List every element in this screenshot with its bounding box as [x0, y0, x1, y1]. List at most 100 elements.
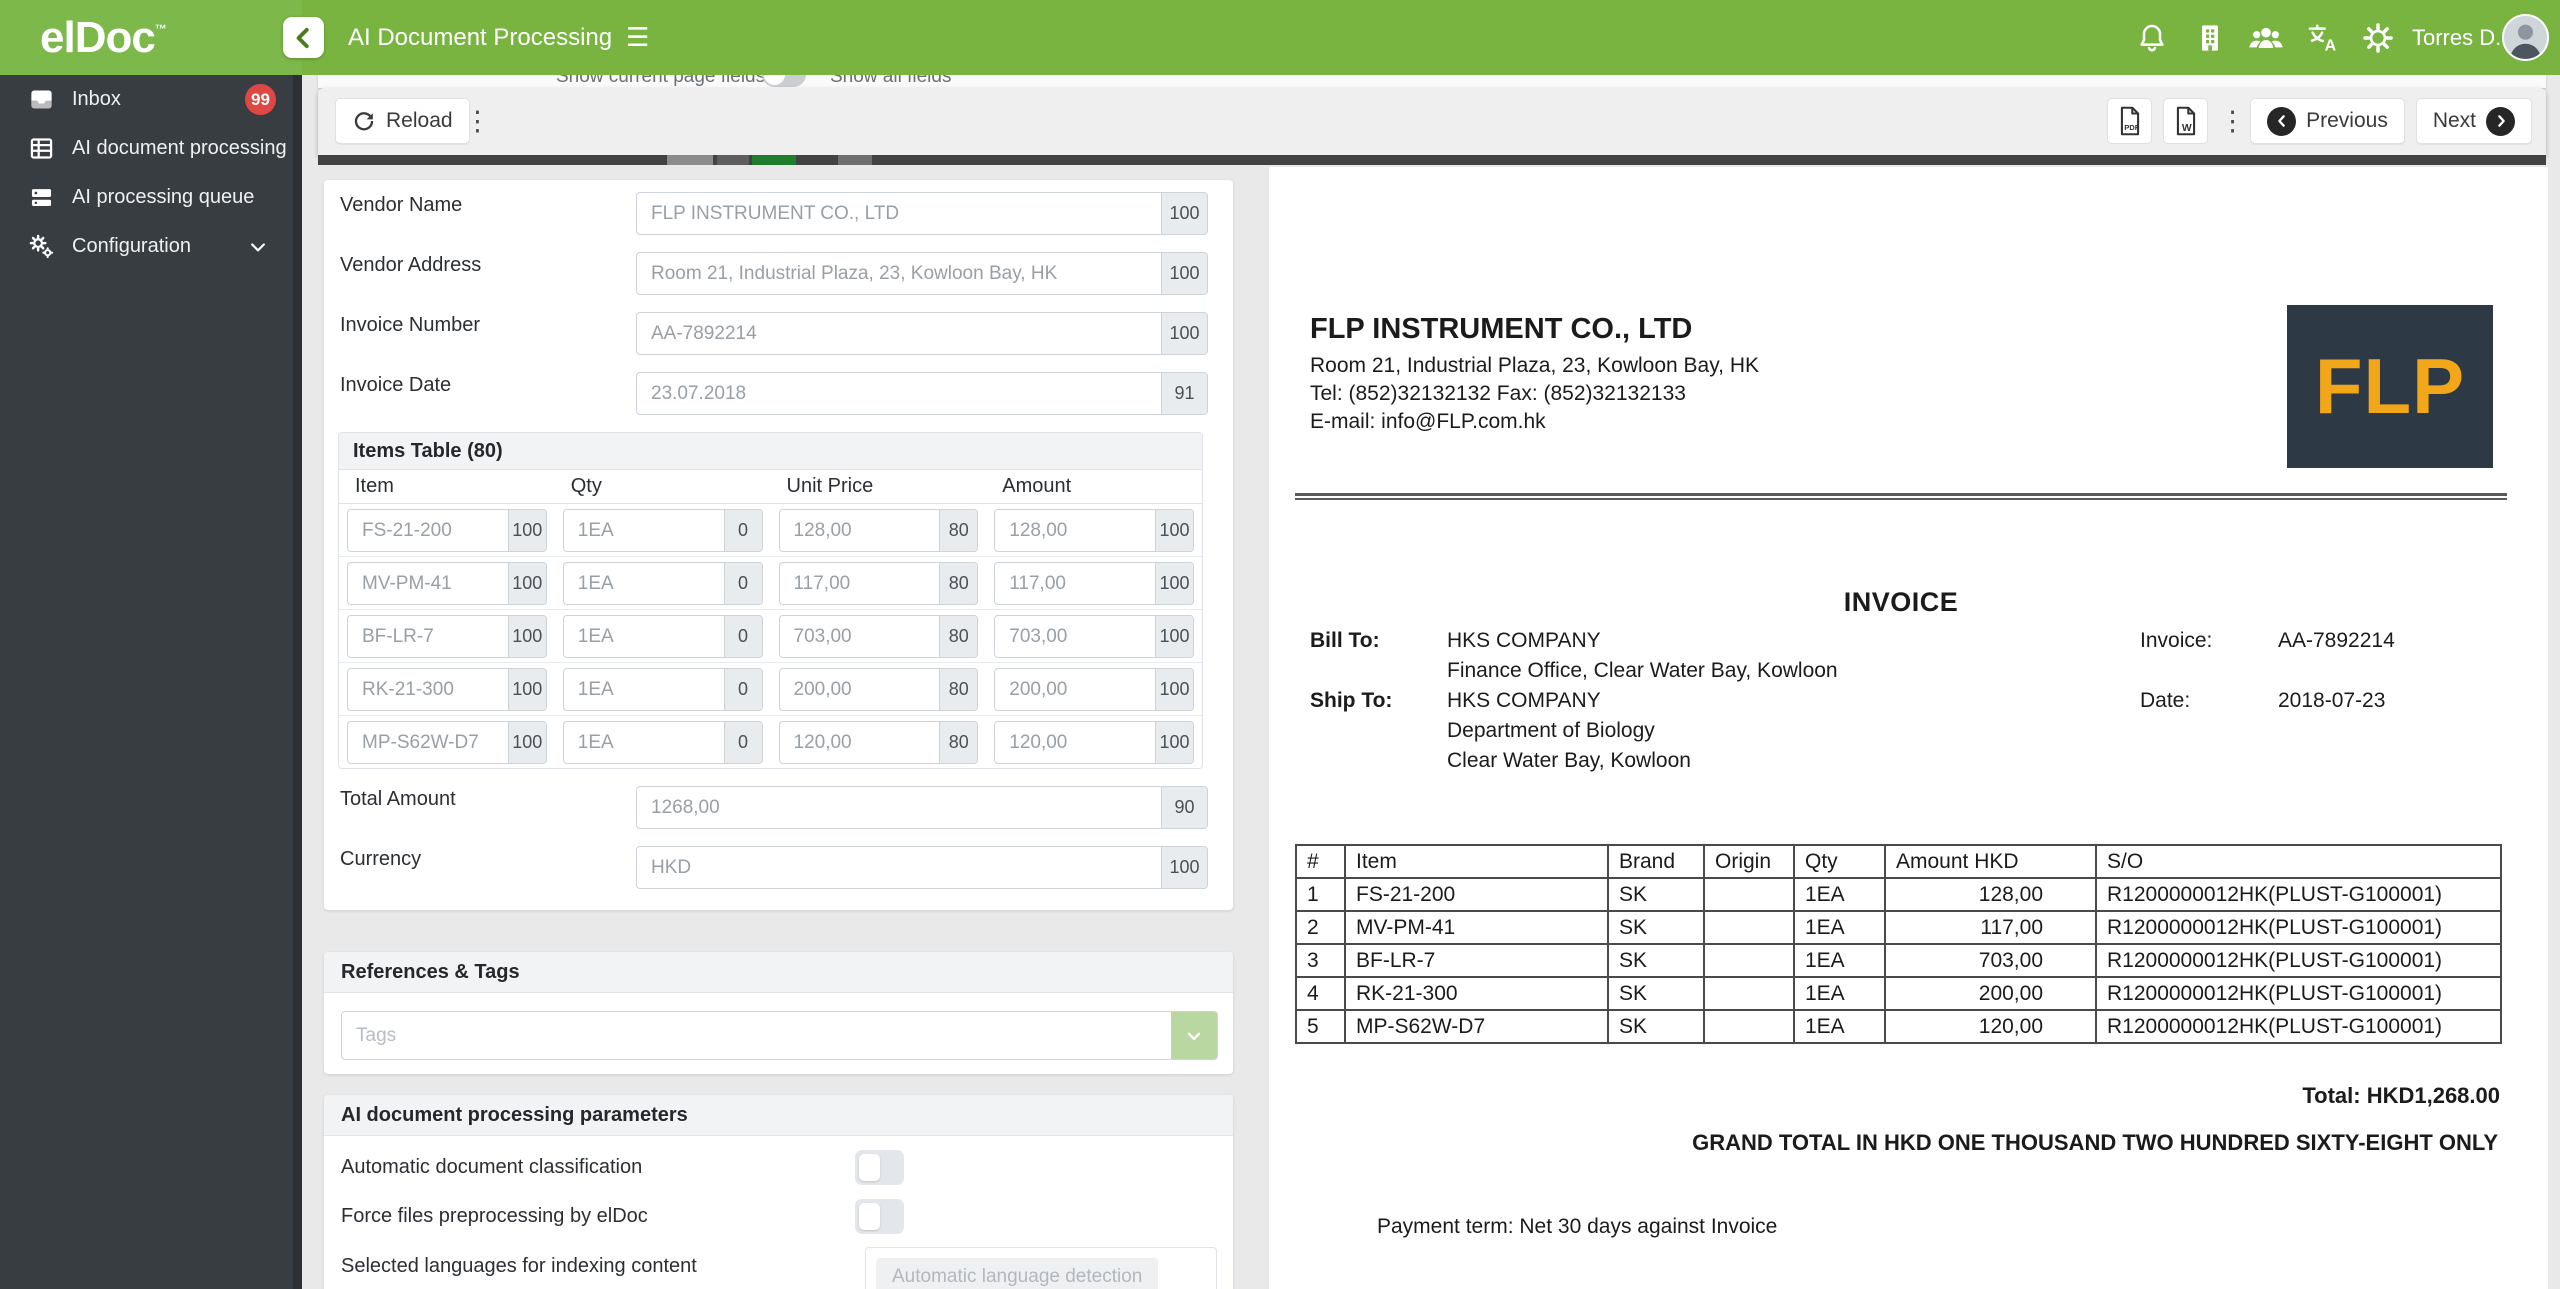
doc-company-name: FLP INSTRUMENT CO., LTD	[1310, 313, 1692, 346]
field-label: Currency	[340, 846, 636, 871]
field-row-invoice-number: Invoice Number AA-7892214100	[340, 312, 1208, 355]
auto-classification-toggle[interactable]	[855, 1150, 904, 1185]
notifications-bell-icon[interactable]	[2136, 22, 2168, 54]
translate-icon[interactable]: A	[2306, 22, 2342, 54]
invoice-date-label: Date:	[2140, 689, 2190, 713]
back-button[interactable]	[283, 17, 324, 58]
doc-invoice-title: INVOICE	[1295, 587, 2507, 618]
item-cell-input[interactable]: MP-S62W-D7100	[347, 721, 547, 764]
invoice-number-input[interactable]: AA-7892214100	[636, 312, 1208, 355]
ship-to-line: HKS COMPANY	[1447, 689, 1601, 713]
unit-price-cell-input[interactable]: 117,0080	[779, 562, 979, 605]
more-options-icon[interactable]: ⋮	[464, 106, 484, 137]
doc-table-cell: 703,00	[1885, 944, 2096, 977]
more-options-icon[interactable]: ⋮	[2219, 106, 2239, 137]
item-cell-input[interactable]: MV-PM-41100	[347, 562, 547, 605]
param-label: Force files preprocessing by elDoc	[341, 1205, 855, 1228]
confidence-score: 0	[724, 510, 762, 551]
doc-table-column-header: S/O	[2096, 845, 2501, 878]
item-cell-input[interactable]: BF-LR-7100	[347, 615, 547, 658]
qty-cell-input[interactable]: 1EA0	[563, 509, 763, 552]
doc-table-cell: SK	[1608, 878, 1704, 911]
qty-cell-input[interactable]: 1EA0	[563, 562, 763, 605]
confidence-score: 80	[939, 669, 977, 710]
previous-button[interactable]: Previous	[2250, 98, 2405, 144]
unit-price-cell-input[interactable]: 120,0080	[779, 721, 979, 764]
toggle-knob	[859, 1154, 880, 1181]
tags-dropdown-button[interactable]	[1171, 1012, 1217, 1059]
ai-processing-parameters-panel: AI document processing parameters Automa…	[324, 1095, 1233, 1289]
invoice-number-value: AA-7892214	[2278, 629, 2395, 653]
amount-cell-input[interactable]: 200,00100	[994, 668, 1194, 711]
next-button[interactable]: Next	[2416, 98, 2532, 144]
organization-building-icon[interactable]	[2194, 22, 2226, 54]
item-cell-input[interactable]: RK-21-300100	[347, 668, 547, 711]
confidence-score: 100	[1155, 616, 1193, 657]
doc-table-row: 4RK-21-300SK1EA200,00R1200000012HK(PLUST…	[1296, 977, 2501, 1010]
doc-table-cell: R1200000012HK(PLUST-G100001)	[2096, 911, 2501, 944]
doc-table-cell: SK	[1608, 977, 1704, 1010]
doc-table-row: 5MP-S62W-D7SK1EA120,00R1200000012HK(PLUS…	[1296, 1010, 2501, 1043]
unit-price-cell-input[interactable]: 200,0080	[779, 668, 979, 711]
user-avatar[interactable]	[2502, 14, 2549, 61]
confidence-score: 100	[1155, 669, 1193, 710]
field-row-total-amount: Total Amount 1268,0090	[340, 786, 1208, 829]
doc-table-cell: 1EA	[1794, 977, 1885, 1010]
qty-cell-input[interactable]: 1EA0	[563, 615, 763, 658]
qty-cell-input[interactable]: 1EA0	[563, 721, 763, 764]
param-row-force-preprocessing: Force files preprocessing by elDoc	[341, 1198, 1233, 1234]
users-icon[interactable]	[2246, 22, 2286, 54]
doc-table-cell: SK	[1608, 1010, 1704, 1043]
amount-cell-input[interactable]: 120,00100	[994, 721, 1194, 764]
bill-to-label: Bill To:	[1310, 629, 1380, 653]
unit-price-cell-input[interactable]: 128,0080	[779, 509, 979, 552]
field-row-invoice-date: Invoice Date 23.07.201891	[340, 372, 1208, 415]
ai-parameters-title: AI document processing parameters	[324, 1095, 1233, 1136]
sidebar-item-ai-document-processing[interactable]: AI document processing	[0, 124, 302, 173]
user-name[interactable]: Torres D.	[2412, 0, 2501, 75]
reload-button[interactable]: Reload	[335, 98, 470, 144]
hamburger-icon[interactable]: ☰	[626, 22, 649, 53]
file-word-icon: W	[2172, 106, 2200, 136]
unit-price-cell-input[interactable]: 703,0080	[779, 615, 979, 658]
tags-select[interactable]: Tags	[341, 1011, 1218, 1060]
document-preview-page: FLP INSTRUMENT CO., LTD Room 21, Industr…	[1269, 167, 2548, 1289]
sidebar-item-ai-processing-queue[interactable]: AI processing queue	[0, 173, 302, 222]
fields-view-switch[interactable]	[762, 75, 806, 87]
items-table-title: Items Table (80)	[339, 433, 1202, 470]
doc-tel-fax: Tel: (852)32132132 Fax: (852)32132133	[1310, 382, 1686, 406]
invoice-date-value: 2018-07-23	[2278, 689, 2385, 713]
document-progress-bar[interactable]	[318, 155, 2546, 165]
ship-to-label: Ship To:	[1310, 689, 1392, 713]
avatar-photo	[2504, 16, 2547, 59]
doc-company-logo: FLP	[2287, 305, 2493, 468]
sidebar-item-inbox[interactable]: Inbox 99	[0, 75, 302, 124]
total-amount-input[interactable]: 1268,0090	[636, 786, 1208, 829]
show-current-page-fields-label: Show current page fields	[556, 75, 765, 88]
export-word-button[interactable]: W	[2163, 98, 2208, 144]
force-preprocessing-toggle[interactable]	[855, 1199, 904, 1234]
export-pdf-button[interactable]: PDF	[2107, 98, 2152, 144]
doc-divider	[1295, 493, 2507, 500]
sidebar-scrollbar[interactable]	[293, 75, 302, 1289]
document-table-icon	[28, 135, 55, 162]
languages-select[interactable]: Automatic language detection	[865, 1247, 1217, 1289]
invoice-date-input[interactable]: 23.07.201891	[636, 372, 1208, 415]
sidebar-item-configuration[interactable]: Configuration	[0, 222, 302, 271]
item-cell-input[interactable]: FS-21-200100	[347, 509, 547, 552]
vendor-name-input[interactable]: FLP INSTRUMENT CO., LTD100	[636, 192, 1208, 235]
app-logo[interactable]: elDoc™	[40, 0, 166, 75]
column-header: Item	[347, 475, 547, 498]
param-label: Selected languages for indexing content	[341, 1247, 855, 1278]
amount-cell-input[interactable]: 117,00100	[994, 562, 1194, 605]
confidence-score: 80	[939, 722, 977, 763]
settings-gear-icon[interactable]	[2362, 22, 2394, 54]
page-title: AI Document Processing ☰	[348, 0, 649, 75]
currency-input[interactable]: HKD100	[636, 846, 1208, 889]
qty-cell-input[interactable]: 1EA0	[563, 668, 763, 711]
doc-address: Room 21, Industrial Plaza, 23, Kowloon B…	[1310, 354, 1759, 378]
amount-cell-input[interactable]: 128,00100	[994, 509, 1194, 552]
confidence-score: 100	[508, 669, 546, 710]
vendor-address-input[interactable]: Room 21, Industrial Plaza, 23, Kowloon B…	[636, 252, 1208, 295]
amount-cell-input[interactable]: 703,00100	[994, 615, 1194, 658]
